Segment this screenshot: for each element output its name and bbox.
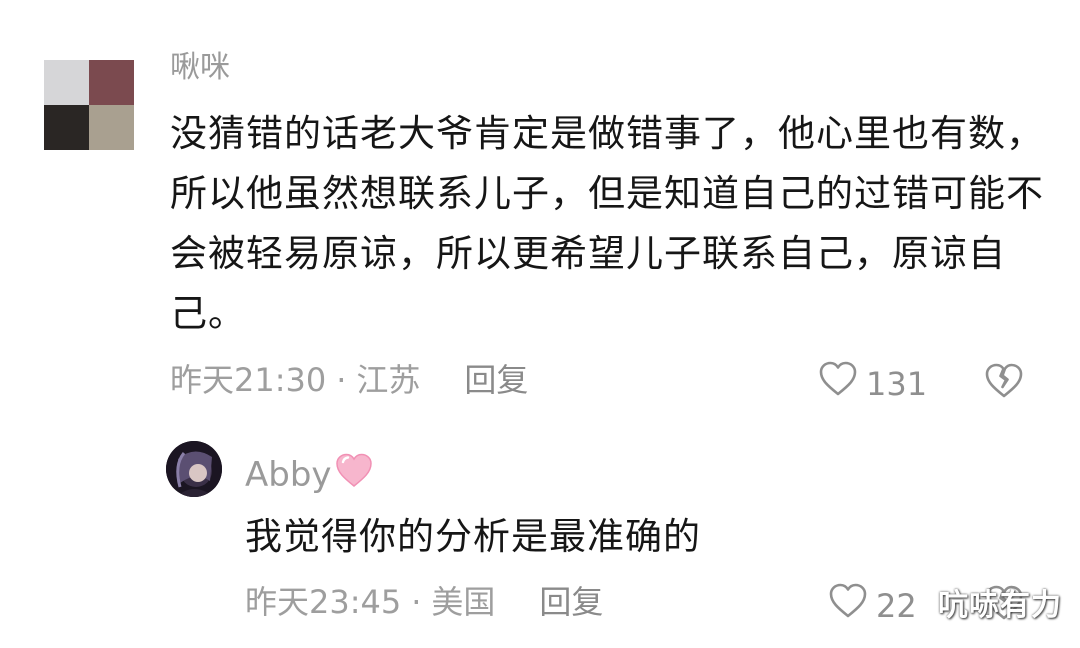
heart-outline-icon (828, 582, 868, 629)
reply-like-count: 22 (876, 586, 917, 625)
reply-time: 昨天23:45 (245, 583, 402, 621)
comment-meta: 昨天21:30 · 江苏 回复 (170, 360, 528, 400)
like-button[interactable]: 131 (818, 360, 927, 407)
meta-separator: · (336, 361, 347, 399)
comment-text: 没猜错的话老大爷肯定是做错事了，他心里也有数，所以他虽然想联系儿子，但是知道自己… (170, 112, 1044, 335)
reply-avatar[interactable] (166, 441, 222, 497)
avatar-tile (44, 105, 89, 150)
heart-outline-icon (818, 360, 858, 407)
reply-location: 美国 (431, 583, 496, 621)
reply-button[interactable]: 回复 (464, 361, 528, 399)
reply-like-button[interactable]: 22 (828, 582, 917, 629)
meta-separator: · (411, 583, 422, 621)
reply-username[interactable]: Abby (245, 455, 332, 495)
user-avatar[interactable] (44, 60, 134, 150)
broken-heart-icon[interactable] (984, 362, 1024, 404)
avatar-tile (89, 105, 134, 150)
pink-heart-emoji-icon (334, 451, 374, 498)
like-count: 131 (866, 364, 928, 403)
watermark: 吭哧有力 (938, 588, 1062, 623)
comment-location: 江苏 (356, 361, 421, 399)
comment-time: 昨天21:30 (170, 361, 327, 399)
comment-username[interactable]: 啾咪 (170, 48, 230, 88)
avatar-tile (44, 60, 89, 105)
reply-meta: 昨天23:45 · 美国 回复 (245, 582, 603, 622)
reply-text: 我觉得你的分析是最准确的 (245, 515, 701, 558)
reply-to-reply-button[interactable]: 回复 (539, 583, 603, 621)
reply-username-row[interactable]: Abby (245, 451, 374, 498)
avatar-tile (89, 60, 134, 105)
